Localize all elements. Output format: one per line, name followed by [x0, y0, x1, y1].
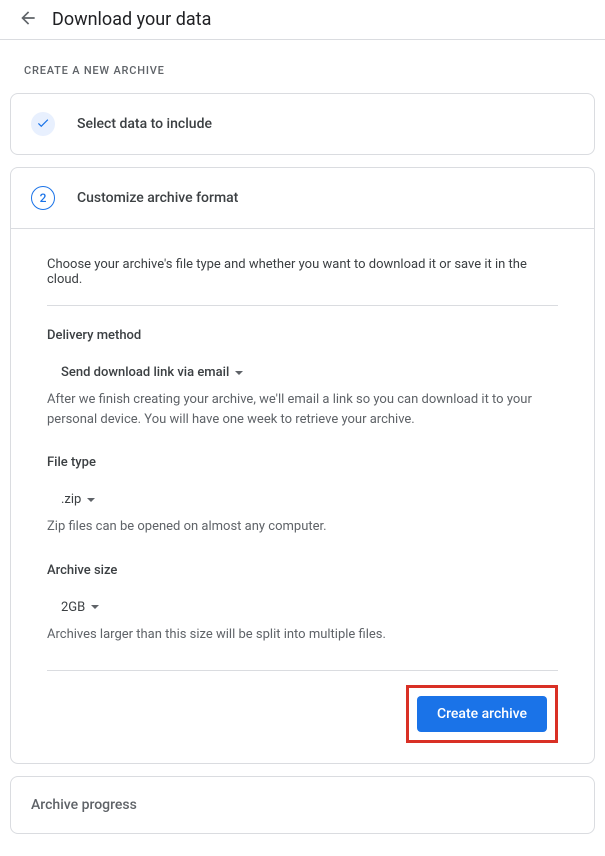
divider	[47, 305, 558, 306]
arrow-left-icon	[18, 8, 38, 32]
archivesize-selected: 2GB	[61, 600, 85, 615]
check-icon	[36, 115, 50, 134]
step2-body: Choose your archive's file type and whet…	[11, 228, 594, 763]
step2-header: 2 Customize archive format	[11, 168, 594, 228]
archivesize-help: Archives larger than this size will be s…	[47, 625, 558, 645]
delivery-help: After we finish creating your archive, w…	[47, 390, 558, 429]
filetype-group: File type .zip Zip files can be opened o…	[47, 455, 558, 537]
page-title: Download your data	[52, 9, 211, 30]
step2-number: 2	[40, 191, 47, 205]
content: CREATE A NEW ARCHIVE Select data to incl…	[0, 40, 605, 856]
caret-down-icon	[235, 371, 243, 375]
filetype-dropdown[interactable]: .zip	[47, 492, 95, 507]
filetype-selected: .zip	[61, 492, 81, 507]
delivery-label: Delivery method	[47, 328, 558, 343]
archivesize-group: Archive size 2GB Archives larger than th…	[47, 563, 558, 645]
filetype-label: File type	[47, 455, 558, 470]
caret-down-icon	[91, 605, 99, 609]
section-label: CREATE A NEW ARCHIVE	[24, 64, 595, 77]
archivesize-label: Archive size	[47, 563, 558, 578]
delivery-group: Delivery method Send download link via e…	[47, 328, 558, 429]
step2-intro: Choose your archive's file type and whet…	[47, 257, 558, 287]
step3-card[interactable]: Archive progress	[10, 776, 595, 834]
delivery-selected: Send download link via email	[61, 365, 229, 380]
step1-header: Select data to include	[11, 94, 594, 154]
header: Download your data	[0, 0, 605, 40]
delivery-dropdown[interactable]: Send download link via email	[47, 365, 243, 380]
step2-title: Customize archive format	[77, 190, 238, 206]
action-row: Create archive	[47, 685, 558, 743]
caret-down-icon	[87, 498, 95, 502]
step2-number-badge: 2	[31, 186, 55, 210]
step3-title: Archive progress	[31, 797, 574, 813]
highlight-annotation: Create archive	[406, 685, 558, 743]
step1-title: Select data to include	[77, 116, 212, 132]
step2-card: 2 Customize archive format Choose your a…	[10, 167, 595, 764]
filetype-help: Zip files can be opened on almost any co…	[47, 517, 558, 537]
step1-check-badge	[31, 112, 55, 136]
back-arrow-button[interactable]	[16, 8, 40, 32]
step1-card[interactable]: Select data to include	[10, 93, 595, 155]
divider	[47, 670, 558, 671]
create-archive-button[interactable]: Create archive	[417, 696, 547, 732]
archivesize-dropdown[interactable]: 2GB	[47, 600, 99, 615]
